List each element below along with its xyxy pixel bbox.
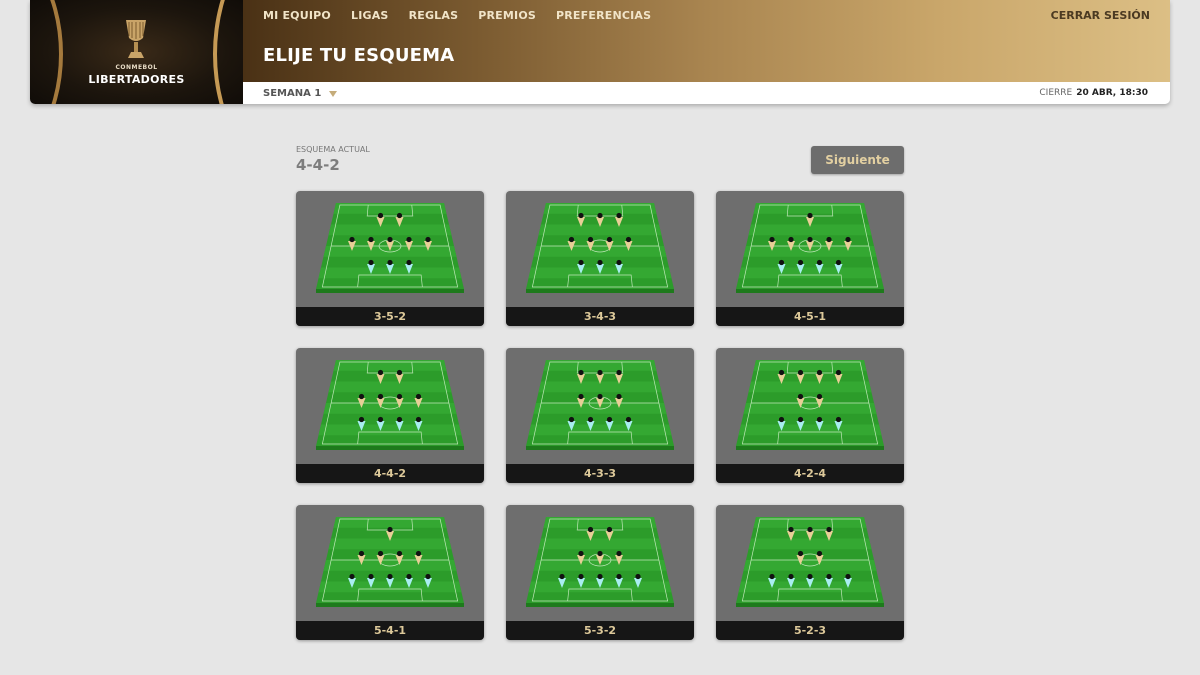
nav-mi-equipo[interactable]: MI EQUIPO (263, 9, 331, 22)
formation-label: 5-2-3 (716, 621, 904, 640)
caret-down-icon (329, 90, 338, 97)
nav-ligas[interactable]: LIGAS (351, 9, 389, 22)
formation-card-3-5-2[interactable]: 3-5-2 (296, 191, 484, 326)
week-selector[interactable]: SEMANA 1 (263, 88, 338, 99)
nav-reglas[interactable]: REGLAS (409, 9, 459, 22)
nav-premios[interactable]: PREMIOS (478, 9, 536, 22)
pitch (316, 203, 464, 293)
nav-preferencias[interactable]: PREFERENCIAS (556, 9, 651, 22)
pitch (526, 203, 674, 293)
formation-label: 4-4-2 (296, 464, 484, 483)
formation-card-5-3-2[interactable]: 5-3-2 (506, 505, 694, 640)
trophy-icon (126, 20, 146, 58)
brand-name: LIBERTADORES (88, 73, 185, 86)
week-label: SEMANA 1 (263, 88, 322, 99)
pitch (736, 360, 884, 450)
formation-card-5-4-1[interactable]: 5-4-1 (296, 505, 484, 640)
deadline-label: CIERRE (1039, 88, 1073, 98)
formation-card-4-3-3[interactable]: 4-3-3 (506, 348, 694, 483)
formation-label: 4-5-1 (716, 307, 904, 326)
formation-label: 4-2-4 (716, 464, 904, 483)
formation-label: 4-3-3 (506, 464, 694, 483)
pitch (526, 360, 674, 450)
next-button[interactable]: Siguiente (811, 146, 904, 174)
formation-label: 3-5-2 (296, 307, 484, 326)
formation-card-4-4-2[interactable]: 4-4-2 (296, 348, 484, 483)
formation-card-4-5-1[interactable]: 4-5-1 (716, 191, 904, 326)
brand-small-text: CONMEBOL (115, 64, 158, 71)
page-title: ELIJE TU ESQUEMA (263, 45, 455, 66)
deadline: CIERRE 20 ABR, 18:30 (1039, 88, 1148, 98)
formation-card-5-2-3[interactable]: 5-2-3 (716, 505, 904, 640)
pitch (316, 517, 464, 607)
current-formation-value: 4-4-2 (296, 156, 340, 174)
logo-ring-left (30, 0, 63, 104)
pitch (736, 203, 884, 293)
formation-label: 3-4-3 (506, 307, 694, 326)
logout-link[interactable]: CERRAR SESIÓN (1051, 9, 1150, 22)
pitch (526, 517, 674, 607)
main-nav: MI EQUIPO LIGAS REGLAS PREMIOS PREFERENC… (263, 9, 651, 22)
pitch (316, 360, 464, 450)
header-subband (243, 82, 1170, 104)
logo[interactable]: CONMEBOL LIBERTADORES (30, 0, 381, 104)
pitch (736, 517, 884, 607)
current-formation-label: ESQUEMA ACTUAL (296, 145, 370, 154)
header: CONMEBOL LIBERTADORES MI EQUIPO LIGAS RE… (30, 0, 1170, 104)
formation-label: 5-4-1 (296, 621, 484, 640)
formation-card-3-4-3[interactable]: 3-4-3 (506, 191, 694, 326)
formation-label: 5-3-2 (506, 621, 694, 640)
formation-card-4-2-4[interactable]: 4-2-4 (716, 348, 904, 483)
deadline-value: 20 ABR, 18:30 (1076, 88, 1148, 98)
